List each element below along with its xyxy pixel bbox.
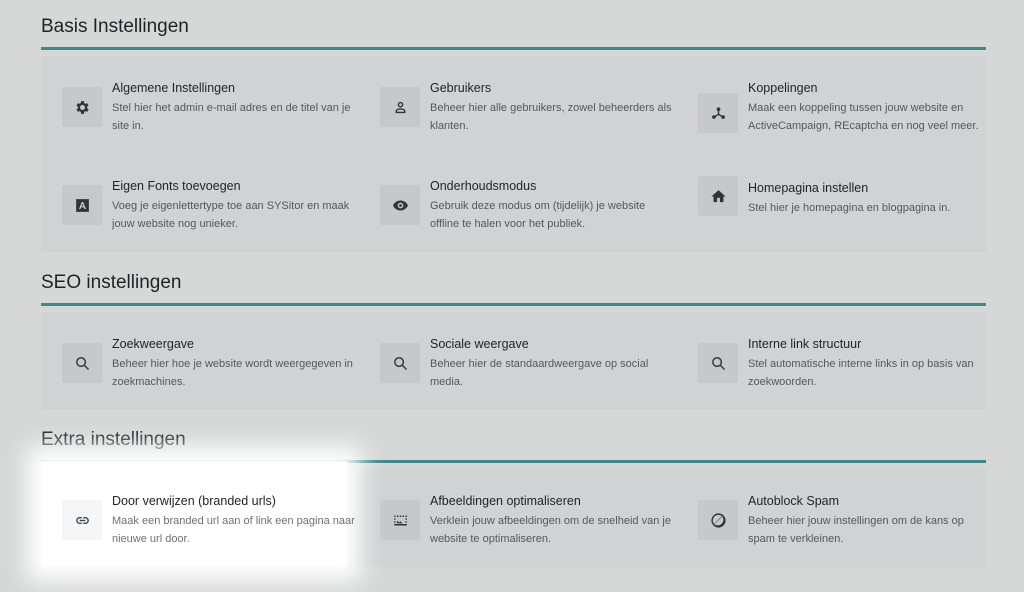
item-title: Autoblock Spam [748, 494, 840, 508]
highlighted-setting-card: Door verwijzen (branded urls) Maak een b… [41, 461, 355, 567]
item-title: Door verwijzen (branded urls) [112, 494, 276, 508]
item-description: Gebruik deze modus om (tijdelijk) je web… [430, 200, 646, 230]
item-description: Beheer hier de standaardweergave op soci… [430, 358, 649, 388]
item-description: Stel hier je homepagina en blogpagina in… [748, 202, 951, 214]
section-divider [41, 47, 986, 50]
item-title: Zoekweergave [112, 337, 194, 351]
gear-icon [62, 87, 102, 127]
item-description: Stel hier het admin e-mail adres en de t… [112, 102, 351, 132]
search-icon [380, 343, 420, 383]
section-divider [41, 303, 986, 306]
item-description: Beheer hier alle gebruikers, zowel behee… [430, 102, 672, 132]
search-icon [698, 343, 738, 383]
item-title: Afbeeldingen optimaliseren [430, 494, 581, 508]
section-title-seo: SEO instellingen [41, 272, 182, 293]
image-icon [380, 500, 420, 540]
item-description: Voeg je eigenlettertype toe aan SYSitor … [112, 200, 350, 230]
network-icon [698, 93, 738, 133]
user-icon [380, 87, 420, 127]
settings-panel-basis: Algemene Instellingen Stel hier het admi… [41, 56, 986, 252]
item-description: Verklein jouw afbeeldingen om de snelhei… [430, 515, 671, 545]
link-icon [62, 500, 102, 540]
settings-panel-seo: Zoekweergave Beheer hier hoe je website … [41, 312, 986, 410]
item-title: Sociale weergave [430, 337, 529, 351]
font-icon [62, 185, 102, 225]
item-description: Stel automatische interne links in op ba… [748, 358, 974, 388]
home-icon [698, 176, 738, 216]
item-title: Onderhoudsmodus [430, 179, 537, 193]
item-title: Algemene Instellingen [112, 81, 235, 95]
item-title: Gebruikers [430, 81, 492, 95]
item-title: Eigen Fonts toevoegen [112, 179, 241, 193]
eye-icon [380, 185, 420, 225]
item-title: Interne link structuur [748, 337, 862, 351]
item-description: Beheer hier jouw instellingen om de kans… [748, 515, 964, 545]
item-description: Beheer hier hoe je website wordt weergeg… [112, 358, 353, 388]
item-description: Maak een branded url aan of link een pag… [112, 515, 355, 545]
item-title: Homepagina instellen [748, 181, 869, 195]
item-description: Maak een koppeling tussen jouw website e… [748, 102, 979, 132]
section-title-extra: Extra instellingen [41, 429, 186, 450]
section-title-basis: Basis Instellingen [41, 16, 189, 37]
search-icon [62, 343, 102, 383]
item-title: Koppelingen [748, 81, 818, 95]
block-icon [698, 500, 738, 540]
